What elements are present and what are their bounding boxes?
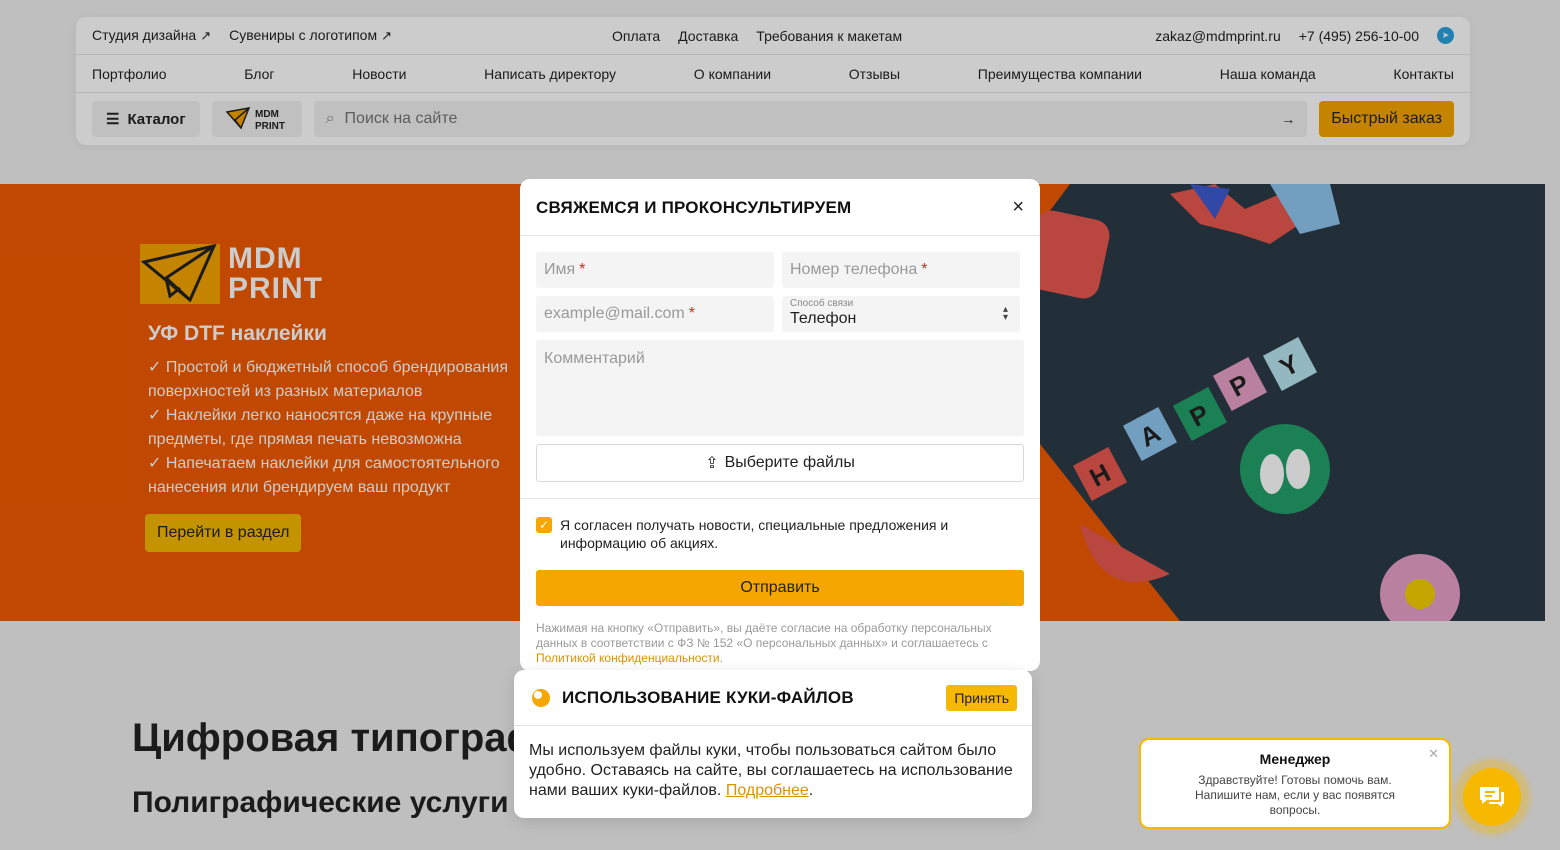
manager-chat-popup[interactable]: ✕ Менеджер Здравствуйте! Готовы помочь в… (1139, 738, 1451, 829)
cookie-icon (532, 688, 550, 707)
phone-field[interactable]: Номер телефона * (782, 252, 1020, 288)
close-icon[interactable]: × (1012, 197, 1024, 217)
manager-name: Менеджер (1259, 751, 1331, 767)
consent-checkbox[interactable]: ✓ (536, 517, 552, 533)
upload-icon: ⇪ (705, 455, 719, 472)
consent-row: ✓ Я согласен получать новости, специальн… (536, 516, 1024, 552)
manager-message: Здравствуйте! Готовы помочь вам. Напишит… (1194, 773, 1396, 817)
contact-method-select[interactable]: Способ связи Телефон ▴ ▾ (782, 296, 1020, 332)
name-field[interactable]: Имя * (536, 252, 774, 288)
contact-method-value: Телефон (790, 310, 857, 327)
email-field[interactable]: example@mail.com * (536, 296, 774, 332)
modal-title: СВЯЖЕМСЯ И ПРОКОНСУЛЬТИРУЕМ (536, 198, 852, 217)
privacy-policy-link[interactable]: Политикой конфиденциальности (536, 651, 720, 665)
cookie-text: Мы используем файлы куки, чтобы пользова… (529, 742, 1013, 799)
divider (520, 498, 1040, 499)
chat-icon (1480, 787, 1504, 807)
contact-method-caption: Способ связи (790, 298, 854, 309)
consent-label: Я согласен получать новости, специальные… (560, 517, 949, 551)
select-arrows-icon: ▴ ▾ (1002, 304, 1008, 323)
legal-notice: Нажимая на кнопку «Отправить», вы даёте … (536, 621, 992, 665)
submit-button[interactable]: Отправить (536, 570, 1024, 606)
choose-files-button[interactable]: ⇪ Выберите файлы (536, 444, 1024, 482)
chat-button[interactable] (1463, 768, 1521, 826)
consultation-modal: СВЯЖЕМСЯ И ПРОКОНСУЛЬТИРУЕМ × Имя * Номер… (520, 179, 1040, 671)
close-icon[interactable]: ✕ (1428, 746, 1439, 762)
cookie-title: ИСПОЛЬЗОВАНИЕ КУКИ-ФАЙЛОВ (562, 687, 854, 707)
cookie-banner: ИСПОЛЬЗОВАНИЕ КУКИ-ФАЙЛОВ Принять Мы исп… (514, 670, 1032, 818)
comment-field[interactable]: Комментарий (536, 340, 1024, 436)
cookie-more-link[interactable]: Подробнее (726, 782, 809, 799)
accept-cookies-button[interactable]: Принять (946, 684, 1017, 711)
